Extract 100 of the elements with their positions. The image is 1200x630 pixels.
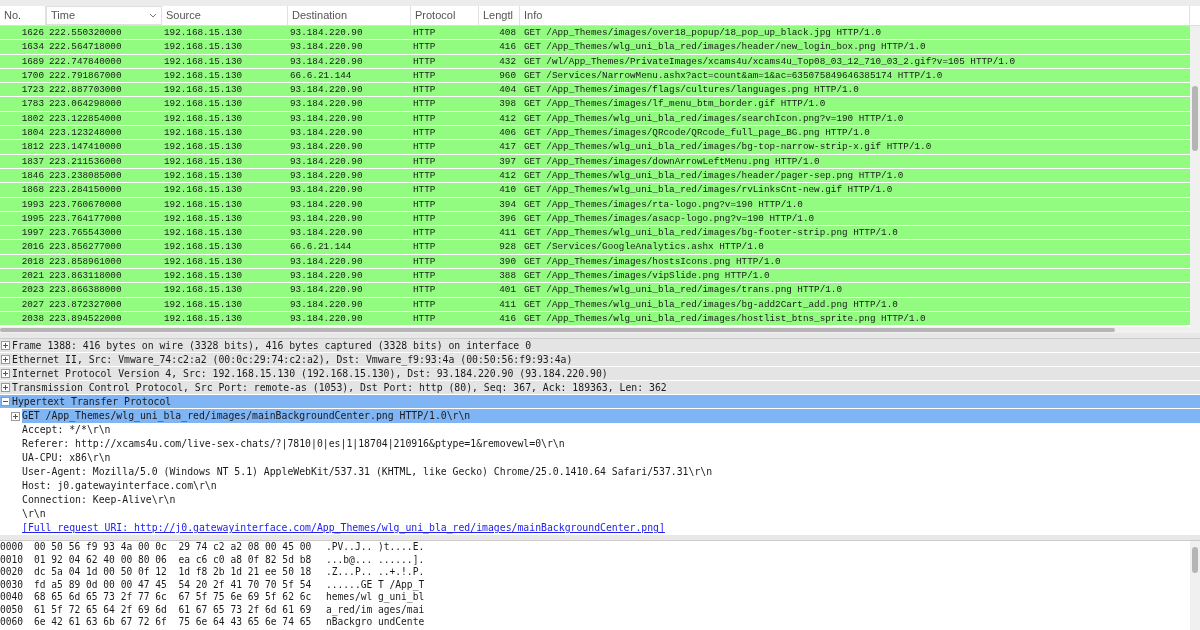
expand-icon[interactable] bbox=[1, 355, 10, 364]
tree-label: Transmission Control Protocol, Src Port: remote-as (1053), Dst Port: http (80), Seq: 367, Ack: 189363, Len: 362 bbox=[12, 382, 667, 393]
packet-row[interactable]: 1997 223.765543000 192.168.15.130 93.184.220.90 HTTP 411 GET /App_Themes/wlg_uni_bla_red/images/bg-footer-strip.png HTTP/1.0 bbox=[0, 226, 1190, 241]
table-cell-text: HTTP bbox=[412, 99, 437, 109]
table-cell-text: 223.238085000 bbox=[48, 170, 123, 181]
ascii-text: ......GE T /App_T bbox=[326, 579, 425, 590]
packet-row[interactable]: 2021 223.863118000 192.168.15.130 93.184.220.90 HTTP 388 GET /App_Themes/images/vipSlide.png HTTP/1.0 bbox=[0, 269, 1190, 284]
collapse-icon[interactable] bbox=[1, 397, 10, 406]
table-cell-text: 390 bbox=[498, 256, 517, 267]
tree-row[interactable]: \r\n bbox=[22, 507, 46, 521]
tree-row[interactable]: Host: j0.gatewayinterface.com\r\n bbox=[22, 479, 217, 493]
table-cell-text: HTTP bbox=[412, 42, 437, 52]
table-cell-text: 93.184.220.90 bbox=[289, 213, 364, 224]
tree-row[interactable]: Connection: Keep-Alive\r\n bbox=[22, 493, 176, 507]
table-cell-text: 396 bbox=[498, 213, 517, 224]
hex-bytes: 61 5f 72 65 64 2f 69 6d 61 67 65 73 2f 6d 61 69 bbox=[34, 604, 313, 615]
table-cell-text: 1689 bbox=[20, 56, 45, 66]
horizontal-scrollbar[interactable] bbox=[0, 327, 1200, 333]
column-header[interactable]: Source bbox=[162, 6, 288, 25]
column-header[interactable]: Lengtl bbox=[479, 6, 520, 25]
table-cell-text: 960 bbox=[498, 70, 517, 81]
tree-row[interactable]: User-Agent: Mozilla/5.0 (Windows NT 5.1) AppleWebKit/537.31 (KHTML, like Gecko) Chrome/25.0.1410.64 Safari/537.31\r\n bbox=[22, 465, 713, 479]
ascii-text: ...b@... ......]. bbox=[326, 554, 425, 565]
packet-row[interactable]: 1812 223.147410000 192.168.15.130 93.184.220.90 HTTP 417 GET /App_Themes/wlg_uni_bla_red/images/bg-top-narrow-strip-x.gif HTTP/1.0 bbox=[0, 140, 1190, 155]
table-cell-text: 2023 bbox=[20, 285, 45, 295]
packet-row[interactable]: 1723 222.887703000 192.168.15.130 93.184.220.90 HTTP 404 GET /App_Themes/images/flags/cultures/languages.png HTTP/1.0 bbox=[0, 83, 1190, 98]
tree-row[interactable]: Hypertext Transfer Protocol bbox=[0, 395, 1200, 409]
packet-row[interactable]: 1634 222.564718000 192.168.15.130 93.184.220.90 HTTP 416 GET /App_Themes/wlg_uni_bla_red/images/header/new_login_box.png HTTP/1.0 bbox=[0, 40, 1190, 55]
chevron-down-icon bbox=[149, 13, 157, 18]
table-cell-text: 192.168.15.130 bbox=[163, 128, 244, 138]
column-header[interactable]: Protocol bbox=[411, 6, 479, 25]
table-cell-text: GET /App_Themes/images/hostsIcons.png HTTP/1.0 bbox=[523, 256, 782, 267]
table-cell-text: 93.184.220.90 bbox=[289, 199, 364, 209]
scrollbar[interactable] bbox=[1190, 26, 1200, 327]
packet-row[interactable]: 1783 223.064298000 192.168.15.130 93.184.220.90 HTTP 398 GET /App_Themes/images/lf_menu_btm_border.gif HTTP/1.0 bbox=[0, 97, 1190, 112]
tree-row[interactable]: UA-CPU: x86\r\n bbox=[22, 451, 111, 465]
table-cell-text: 66.6.21.144 bbox=[289, 242, 353, 252]
table-cell-text: 223.866388000 bbox=[48, 285, 123, 295]
table-cell-text: GET /App_Themes/images/QRcode/QRcode_full_page_BG.png HTTP/1.0 bbox=[523, 128, 871, 138]
table-cell-text: HTTP bbox=[412, 70, 437, 81]
tree-row[interactable]: Internet Protocol Version 4, Src: 192.168.15.130 (192.168.15.130), Dst: 93.184.220.90 (93.184.220.90) bbox=[0, 367, 1200, 381]
table-cell-text: GET /App_Themes/images/downArrowLeftMenu.png HTTP/1.0 bbox=[523, 156, 821, 166]
column-header[interactable]: Info bbox=[520, 6, 1190, 25]
packet-row[interactable]: 1804 223.123248000 192.168.15.130 93.184.220.90 HTTP 406 GET /App_Themes/images/QRcode/QRcode_full_page_BG.png HTTP/1.0 bbox=[0, 126, 1190, 141]
scrollbar[interactable] bbox=[1190, 541, 1200, 630]
table-cell-text: 192.168.15.130 bbox=[163, 299, 244, 309]
packet-row[interactable]: 2016 223.856277000 192.168.15.130 66.6.21.144 HTTP 928 GET /Services/GoogleAnalytics.ashx HTTP/1.0 bbox=[0, 240, 1190, 255]
packet-row[interactable]: 2023 223.866388000 192.168.15.130 93.184.220.90 HTTP 401 GET /App_Themes/wlg_uni_bla_red/images/trans.png HTTP/1.0 bbox=[0, 283, 1190, 298]
table-cell-text: 93.184.220.90 bbox=[289, 156, 364, 166]
hex-bytes: dc 5a 04 1d 00 50 0f 12 1d f8 2b 1d 21 ee 50 18 bbox=[34, 567, 313, 578]
scrollbar-thumb[interactable] bbox=[1192, 547, 1198, 573]
table-cell-text: 411 bbox=[498, 228, 517, 238]
expand-icon[interactable] bbox=[1, 369, 10, 378]
request-uri-link[interactable]: [Full request URI: http://j0.gatewayinterface.com/App_Themes/wlg_uni_bla_red/images/mainBackgroundCenter.png] bbox=[22, 521, 665, 535]
tree-row[interactable]: Frame 1388: 416 bytes on wire (3328 bits), 416 bytes captured (3328 bits) on interface 0 bbox=[0, 339, 1200, 353]
table-cell-text: 192.168.15.130 bbox=[163, 185, 244, 195]
table-cell-text: 223.856277000 bbox=[48, 242, 123, 252]
table-cell-text: 2027 bbox=[20, 299, 45, 309]
ascii-text: .PV..J.. )t....E. bbox=[326, 542, 425, 553]
table-cell-text: 192.168.15.130 bbox=[163, 70, 244, 81]
table-cell-text: 2021 bbox=[20, 271, 45, 281]
table-cell-text: 1723 bbox=[20, 85, 45, 95]
table-cell-text: 388 bbox=[498, 271, 517, 281]
packet-row[interactable]: 1626 222.550320000 192.168.15.130 93.184.220.90 HTTP 408 GET /App_Themes/images/over18_popup/18_pop_up_black.jpg HTTP/1.0 bbox=[0, 26, 1190, 41]
table-cell-text: 93.184.220.90 bbox=[289, 285, 364, 295]
expand-icon[interactable] bbox=[11, 411, 20, 421]
tree-row[interactable]: Ethernet II, Src: Vmware_74:c2:a2 (00:0c:29:74:c2:a2), Dst: Vmware_f9:93:4a (00:50:56:f9:93:4a) bbox=[0, 353, 1200, 367]
table-cell-text: 192.168.15.130 bbox=[163, 170, 244, 181]
table-cell-text: 223.863118000 bbox=[48, 271, 123, 281]
tree-row[interactable]: Transmission Control Protocol, Src Port: remote-as (1053), Dst Port: http (80), Seq: 367, Ack: 189363, Len: 362 bbox=[0, 381, 1200, 395]
expand-icon[interactable] bbox=[1, 383, 10, 392]
table-cell-text: 1837 bbox=[20, 156, 45, 166]
table-cell-text: 223.284150000 bbox=[48, 185, 123, 195]
table-cell-text: 93.184.220.90 bbox=[289, 185, 364, 195]
packet-row[interactable]: 1868 223.284150000 192.168.15.130 93.184.220.90 HTTP 410 GET /App_Themes/wlg_uni_bla_red/images/rvLinksCnt-new.gif HTTP/1.0 bbox=[0, 183, 1190, 198]
column-header[interactable]: Destination bbox=[288, 6, 411, 25]
table-cell-text: GET /App_Themes/wlg_uni_bla_red/images/bg-add2Cart_add.png HTTP/1.0 bbox=[523, 299, 899, 309]
table-cell-text: GET /App_Themes/wlg_uni_bla_red/images/header/new_login_box.png HTTP/1.0 bbox=[523, 42, 927, 52]
offset-text: 0030 bbox=[0, 579, 25, 590]
table-cell-text: HTTP bbox=[412, 228, 437, 238]
table-cell-text: 223.764177000 bbox=[48, 213, 123, 224]
table-cell-text: 223.211536000 bbox=[48, 156, 123, 166]
table-cell-text: GET /wl/App_Themes/PrivateImages/xcams4u/xcams4u_Top08_03_12_710_03_2.gif?v=105 HTTP/1.0 bbox=[523, 56, 1016, 66]
expand-icon[interactable] bbox=[1, 341, 10, 350]
tree-row[interactable]: Accept: */*\r\n bbox=[22, 423, 111, 437]
table-cell-text: 223.064298000 bbox=[48, 99, 123, 109]
table-cell-text: HTTP bbox=[412, 313, 437, 324]
tree-row[interactable]: GET /App_Themes/wlg_uni_bla_red/images/mainBackgroundCenter.png HTTP/1.0\r\n bbox=[22, 409, 1200, 423]
table-cell-text: 1634 bbox=[20, 42, 45, 52]
hex-bytes: 6e 42 61 63 6b 67 72 6f 75 6e 64 43 65 6e 74 65 bbox=[34, 617, 313, 628]
scrollbar-thumb[interactable] bbox=[1192, 86, 1198, 151]
column-header[interactable]: Time bbox=[46, 6, 162, 25]
table-cell-text: HTTP bbox=[412, 271, 437, 281]
table-cell-text: 93.184.220.90 bbox=[289, 313, 364, 324]
tree-row[interactable]: Referer: http://xcams4u.com/live-sex-chats/?|7810|0|es|1|18704|210916&ptype=1&removewl=0\r\n bbox=[22, 437, 565, 451]
table-cell-text: 223.122854000 bbox=[48, 113, 123, 124]
table-cell-text: 1993 bbox=[20, 199, 45, 209]
table-cell-text: 93.184.220.90 bbox=[289, 271, 364, 281]
table-cell-text: 93.184.220.90 bbox=[289, 56, 364, 66]
table-cell-text: GET /App_Themes/wlg_uni_bla_red/images/bg-footer-strip.png HTTP/1.0 bbox=[523, 228, 899, 238]
